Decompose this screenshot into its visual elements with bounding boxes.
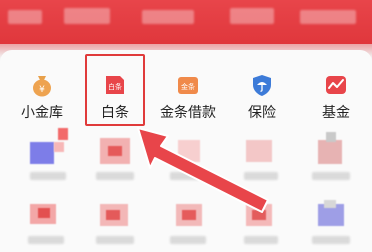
header-blurred-content <box>8 10 42 24</box>
blurred-tile <box>252 210 266 220</box>
menu-label: 保险 <box>248 104 276 120</box>
fund-chart-icon <box>326 76 346 94</box>
blurred-tile <box>182 210 196 220</box>
blurred-bar <box>28 236 64 244</box>
blurred-bar <box>312 236 350 244</box>
svg-text:¥: ¥ <box>39 85 45 95</box>
blurred-tile <box>326 132 336 142</box>
blurred-bar <box>170 172 206 180</box>
blurred-tile <box>30 142 54 164</box>
menu-item-jijin[interactable]: 基金 <box>304 68 368 124</box>
svg-text:金条: 金条 <box>181 82 195 91</box>
money-bag-icon: ¥ <box>33 76 51 97</box>
blurred-bar <box>30 172 66 180</box>
blurred-tile <box>318 140 342 164</box>
highlight-box <box>85 54 145 126</box>
menu-item-jintiao[interactable]: 金条 金条借款 <box>156 68 220 124</box>
blurred-tile <box>54 142 64 152</box>
blurred-tile <box>324 200 336 208</box>
blurred-tile <box>108 146 122 156</box>
menu-label: 金条借款 <box>160 104 216 120</box>
app-header <box>0 0 372 44</box>
menu-item-xiaojinku[interactable]: ¥ 小金库 <box>10 68 74 124</box>
blurred-tile <box>38 208 50 218</box>
header-blurred-content <box>230 8 274 24</box>
blurred-bar <box>96 236 134 244</box>
shield-umbrella-icon <box>253 75 271 96</box>
blurred-bar <box>244 236 278 244</box>
jintiao-loan-icon: 金条 <box>178 77 198 94</box>
menu-item-baoxian[interactable]: 保险 <box>230 68 294 124</box>
blurred-bar <box>96 172 134 180</box>
blurred-tile <box>178 140 200 162</box>
header-blurred-content <box>300 10 356 24</box>
menu-label: 基金 <box>322 104 350 120</box>
blurred-bar <box>312 172 350 180</box>
blurred-tile <box>58 128 68 140</box>
header-blurred-content <box>64 8 110 24</box>
blurred-tile <box>106 210 120 220</box>
menu-label: 小金库 <box>21 104 63 120</box>
blurred-tile <box>246 140 272 162</box>
service-menu: ¥ 小金库 白条 白条 金条 金条借款 保险 基金 <box>0 68 372 126</box>
blurred-bar <box>244 172 278 180</box>
blurred-bar <box>170 236 206 244</box>
header-blurred-content <box>142 10 194 24</box>
